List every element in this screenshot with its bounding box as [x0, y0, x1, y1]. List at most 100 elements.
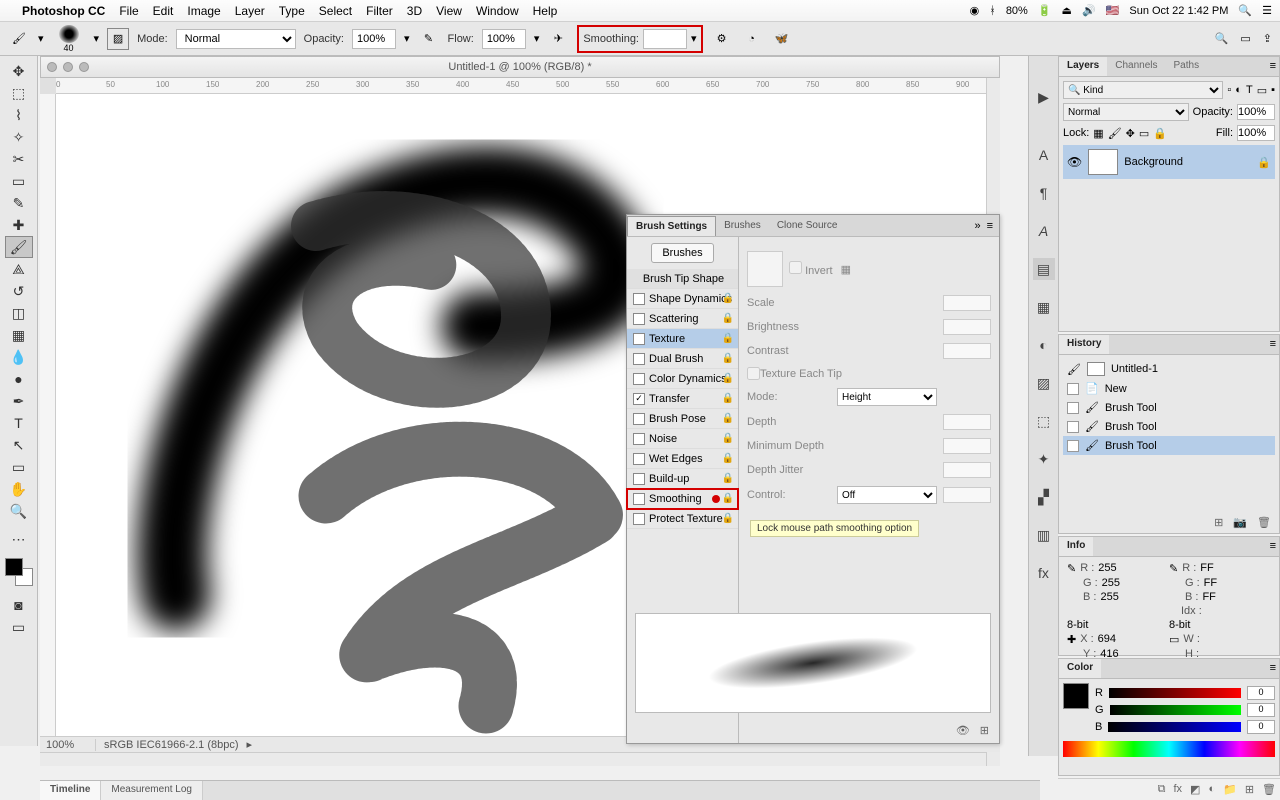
menu-edit[interactable]: Edit — [153, 4, 174, 18]
tool-dropdown-icon[interactable]: ▾ — [38, 32, 44, 45]
spotlight-icon[interactable]: 🔍 — [1238, 4, 1252, 17]
layer-row[interactable]: 👁 Background 🔒 — [1063, 145, 1275, 179]
delete-layer-icon[interactable]: 🗑 — [1262, 783, 1276, 796]
doc-profile[interactable]: sRGB IEC61966-2.1 (8bpc) — [104, 739, 239, 751]
value-r[interactable]: 0 — [1247, 686, 1275, 700]
menu-image[interactable]: Image — [187, 4, 220, 18]
layer-name[interactable]: Background — [1124, 156, 1183, 168]
texture-picker-icon[interactable]: ▦ — [841, 263, 851, 276]
eraser-tool-icon[interactable]: ◫ — [5, 302, 33, 324]
filter-type-icon[interactable]: T — [1246, 84, 1253, 96]
filter-image-icon[interactable]: ▫ — [1227, 84, 1231, 96]
smoothing-input[interactable] — [643, 29, 687, 49]
opt-wet-edges[interactable]: Wet Edges🔒 — [627, 449, 738, 469]
lock-paint-icon[interactable]: 🖌 — [1108, 127, 1122, 140]
history-item-current[interactable]: 🖌Brush Tool — [1063, 436, 1275, 455]
close-window-icon[interactable] — [47, 62, 57, 72]
info-menu-icon[interactable]: ≡ — [1267, 537, 1279, 556]
new-doc-from-state-icon[interactable]: ⊞ — [1214, 516, 1223, 529]
dodge-tool-icon[interactable]: ● — [5, 368, 33, 390]
depth-field[interactable] — [943, 414, 991, 430]
link-layers-icon[interactable]: ⧉ — [1158, 783, 1166, 796]
frame-icon[interactable]: ▭ — [1240, 32, 1250, 45]
brush-panel-toggle-icon[interactable]: ▨ — [107, 28, 129, 50]
group-icon[interactable]: 📁 — [1223, 783, 1237, 796]
clock[interactable]: Sun Oct 22 1:42 PM — [1129, 5, 1228, 17]
tab-paths[interactable]: Paths — [1166, 57, 1208, 76]
history-item[interactable]: 🖌Brush Tool — [1063, 417, 1275, 436]
flow-input[interactable] — [482, 29, 526, 49]
histogram-icon[interactable]: ▞ — [1033, 486, 1055, 508]
menu-window[interactable]: Window — [476, 4, 519, 18]
pressure-opacity-icon[interactable]: ✎ — [418, 28, 440, 50]
fx-layers-icon[interactable]: fx — [1173, 783, 1182, 796]
opt-brush-pose[interactable]: Brush Pose🔒 — [627, 409, 738, 429]
blur-tool-icon[interactable]: 💧 — [5, 346, 33, 368]
crop-tool-icon[interactable]: ✂ — [5, 148, 33, 170]
snapshot-icon[interactable]: 📷 — [1233, 516, 1247, 529]
document-titlebar[interactable]: Untitled-1 @ 100% (RGB/8) * — [40, 56, 1000, 78]
zoom-window-icon[interactable] — [79, 62, 89, 72]
menu-type[interactable]: Type — [279, 4, 305, 18]
screenmode-icon[interactable]: ▭ — [5, 616, 33, 638]
adjustment-icon[interactable]: ◐ — [1208, 783, 1215, 796]
fx-icon[interactable]: fx — [1033, 562, 1055, 584]
symmetry-icon[interactable]: 🦋 — [771, 28, 793, 50]
lock-transparent-icon[interactable]: ▦ — [1093, 127, 1103, 140]
smoothing-gear-icon[interactable]: ⚙ — [711, 28, 733, 50]
brush-tip-shape[interactable]: Brush Tip Shape — [627, 269, 738, 289]
min-depth-field[interactable] — [943, 438, 991, 454]
quickmask-icon[interactable]: ◙ — [5, 594, 33, 616]
doc-scrollbar-h[interactable] — [40, 752, 986, 766]
lasso-tool-icon[interactable]: ⌇ — [5, 104, 33, 126]
lock-position-icon[interactable]: ✥ — [1126, 127, 1135, 140]
stamp-tool-icon[interactable]: ⟁ — [5, 258, 33, 280]
swatches-icon[interactable]: ▦ — [1033, 296, 1055, 318]
brush-panel-strip-icon[interactable]: ▤ — [1033, 258, 1055, 280]
opt-shape-dynamics[interactable]: Shape Dynamics🔒 — [627, 289, 738, 309]
menu-icon[interactable]: ☰ — [1262, 4, 1272, 17]
slider-r[interactable] — [1109, 688, 1241, 698]
menu-3d[interactable]: 3D — [407, 4, 422, 18]
battery-icon[interactable]: 🔋 — [1038, 4, 1052, 17]
menu-filter[interactable]: Filter — [366, 4, 393, 18]
tab-brush-settings[interactable]: Brush Settings — [627, 216, 716, 236]
adjustments-icon[interactable]: ◐ — [1033, 334, 1055, 356]
opt-scattering[interactable]: Scattering🔒 — [627, 309, 738, 329]
depth-jitter-field[interactable] — [943, 462, 991, 478]
preview-toggle-icon[interactable]: 👁 — [956, 724, 970, 737]
share-icon[interactable]: ⇪ — [1263, 32, 1272, 45]
blend-mode-select[interactable]: Normal — [176, 29, 296, 49]
control-select[interactable]: Off — [837, 486, 937, 504]
heal-tool-icon[interactable]: ✚ — [5, 214, 33, 236]
doc-info-dropdown-icon[interactable]: ▸ — [247, 738, 253, 751]
brushes-button[interactable]: Brushes — [651, 243, 713, 263]
opt-color-dynamics[interactable]: Color Dynamics🔒 — [627, 369, 738, 389]
play-icon[interactable]: ▶ — [1033, 86, 1055, 108]
tab-color[interactable]: Color — [1059, 659, 1101, 678]
value-b[interactable]: 0 — [1247, 720, 1275, 734]
visibility-icon[interactable]: 👁 — [1067, 155, 1082, 169]
frame-tool-icon[interactable]: ▭ — [5, 170, 33, 192]
flag-icon[interactable]: 🇺🇸 — [1106, 4, 1120, 17]
fg-swatch[interactable] — [5, 558, 23, 576]
app-name[interactable]: Photoshop CC — [22, 4, 105, 18]
control-field[interactable] — [943, 487, 991, 503]
opacity-dropdown-icon[interactable]: ▾ — [404, 32, 410, 45]
layers-menu-icon[interactable]: ≡ — [1267, 57, 1279, 76]
char-panel-icon[interactable]: A — [1033, 144, 1055, 166]
brush-preset-picker[interactable]: 40 — [52, 25, 86, 53]
delete-state-icon[interactable]: 🗑 — [1257, 516, 1271, 529]
type-tool-icon[interactable]: T — [5, 412, 33, 434]
ruler-horizontal[interactable]: 0 50 100 150 200 250 300 350 400 450 500… — [56, 78, 986, 94]
tab-measurement-log[interactable]: Measurement Log — [101, 781, 203, 800]
pen-tool-icon[interactable]: ✒ — [5, 390, 33, 412]
lock-all-icon[interactable]: 🔒 — [1153, 127, 1167, 140]
bluetooth-icon[interactable]: ᚼ — [989, 5, 996, 17]
3d-panel-icon[interactable]: ⬚ — [1033, 410, 1055, 432]
menu-select[interactable]: Select — [319, 4, 352, 18]
menu-view[interactable]: View — [436, 4, 462, 18]
shape-tool-icon[interactable]: ▭ — [5, 456, 33, 478]
brush-dropdown-icon[interactable]: ▾ — [94, 32, 100, 45]
move-tool-icon[interactable]: ✥ — [5, 60, 33, 82]
